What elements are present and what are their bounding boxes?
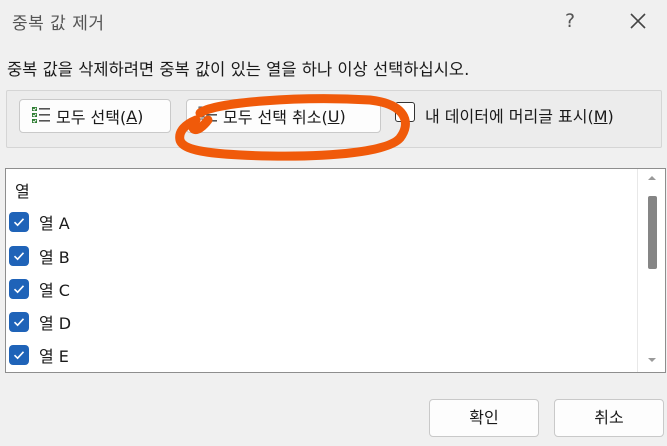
list-item[interactable]: 열 A — [9, 207, 629, 237]
close-icon — [630, 13, 646, 29]
help-button[interactable]: ? — [553, 6, 587, 36]
check-icon — [13, 218, 25, 227]
checkbox-checked[interactable] — [9, 279, 29, 299]
unselect-all-label: 모두 선택 취소( — [223, 108, 328, 127]
list-item-label: 열 C — [39, 281, 70, 300]
unselect-all-close: ) — [339, 106, 346, 126]
list-item[interactable]: 열 B — [9, 241, 629, 271]
select-all-accel: A — [126, 106, 138, 126]
check-icon — [13, 351, 25, 360]
check-icon — [13, 318, 25, 327]
list-item-label: 열 D — [39, 314, 72, 333]
instruction-text: 중복 값을 삭제하려면 중복 값이 있는 열을 하나 이상 선택하십시오. — [7, 60, 470, 79]
column-listbox[interactable]: 열 열 A 열 B 열 C 열 D 열 E — [5, 168, 666, 373]
scroll-up-arrow-icon[interactable] — [647, 173, 657, 183]
check-icon — [13, 285, 25, 294]
ok-button[interactable]: 확인 — [429, 399, 539, 437]
select-all-icon — [32, 107, 50, 123]
check-icon — [13, 252, 25, 261]
close-button[interactable] — [620, 6, 656, 36]
list-item-label: 열 B — [39, 248, 70, 267]
remove-duplicates-dialog: 중복 값 제거 ? 중복 값을 삭제하려면 중복 값이 있는 열을 하나 이상 … — [0, 0, 667, 446]
vertical-scrollbar[interactable] — [637, 169, 665, 372]
checkbox-checked[interactable] — [9, 345, 29, 365]
scroll-down-arrow-icon[interactable] — [647, 355, 657, 365]
unselect-all-button[interactable]: 모두 선택 취소(U) — [186, 99, 381, 133]
checkbox-checked[interactable] — [9, 212, 29, 232]
list-item[interactable]: 열 C — [9, 274, 629, 304]
checkbox-checked[interactable] — [9, 312, 29, 332]
list-item-label: 열 E — [39, 347, 69, 366]
list-item-label: 열 A — [39, 214, 70, 233]
scrollbar-thumb[interactable] — [648, 196, 657, 269]
unselect-all-icon — [198, 106, 217, 124]
list-item[interactable]: 열 E — [9, 340, 629, 370]
select-all-label: 모두 선택( — [56, 108, 127, 127]
header-checkbox-accel: M — [593, 107, 608, 126]
list-item[interactable]: 열 D — [9, 307, 629, 337]
dialog-title: 중복 값 제거 — [12, 14, 105, 34]
title-bar: 중복 값 제거 ? — [0, 0, 667, 42]
cancel-button[interactable]: 취소 — [554, 399, 664, 437]
header-checkbox[interactable] — [395, 102, 415, 122]
header-checkbox-close: ) — [607, 107, 614, 126]
unselect-all-accel: U — [327, 106, 340, 126]
checkbox-checked[interactable] — [9, 246, 29, 266]
header-checkbox-text: 내 데이터에 머리글 표시( — [425, 107, 594, 126]
select-all-button[interactable]: 모두 선택(A) — [19, 99, 171, 133]
list-header: 열 — [15, 182, 30, 201]
select-all-close: ) — [137, 106, 144, 126]
header-checkbox-label[interactable]: 내 데이터에 머리글 표시(M) — [425, 103, 614, 127]
